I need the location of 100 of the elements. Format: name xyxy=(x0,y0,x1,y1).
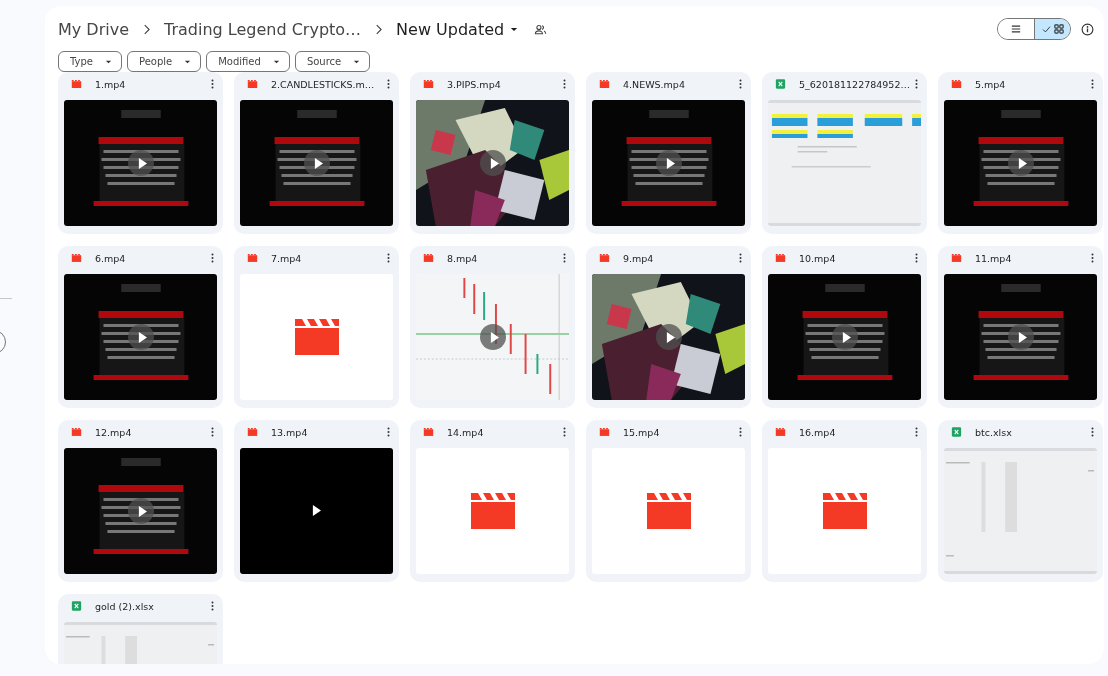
info-icon[interactable] xyxy=(1081,22,1094,36)
more-options-icon[interactable] xyxy=(387,253,390,263)
video-file-icon xyxy=(247,427,258,437)
video-file-icon xyxy=(71,253,82,263)
more-options-icon[interactable] xyxy=(1091,253,1094,263)
file-card[interactable]: 7.mp4 xyxy=(234,246,399,408)
file-name: 7.mp4 xyxy=(271,252,303,264)
clapperboard-icon xyxy=(646,493,691,529)
spreadsheet-icon xyxy=(71,601,82,611)
file-name: 6.mp4 xyxy=(95,252,127,264)
clapperboard-icon xyxy=(470,493,515,529)
grid-icon xyxy=(1053,24,1064,34)
check-icon xyxy=(1041,25,1051,33)
file-card[interactable]: btc.xlsx xyxy=(938,420,1103,582)
file-card[interactable]: 14.mp4 xyxy=(410,420,575,582)
file-card[interactable]: 1.mp4 xyxy=(58,72,223,234)
file-name: 1.mp4 xyxy=(95,78,127,90)
breadcrumb[interactable]: My Drive xyxy=(58,19,129,39)
more-options-icon[interactable] xyxy=(211,253,214,263)
video-file-icon xyxy=(247,253,258,263)
file-card[interactable]: 13.mp4 xyxy=(234,420,399,582)
more-options-icon[interactable] xyxy=(1091,79,1094,89)
file-name: 4.NEWS.mp4 xyxy=(623,78,686,90)
file-card[interactable]: gold (2).xlsx xyxy=(58,594,223,664)
file-name: 14.mp4 xyxy=(447,426,485,438)
more-options-icon[interactable] xyxy=(739,253,742,263)
chevron-icon xyxy=(375,23,383,35)
chevron-icon xyxy=(143,23,150,35)
video-file-icon xyxy=(247,79,258,89)
more-options-icon[interactable] xyxy=(211,79,214,89)
video-file-icon xyxy=(951,79,962,89)
file-card[interactable]: 11.mp4 xyxy=(938,246,1103,408)
video-file-icon xyxy=(71,79,82,89)
video-file-icon xyxy=(423,79,434,89)
video-file-icon xyxy=(71,427,82,437)
more-options-icon[interactable] xyxy=(915,253,918,263)
video-file-icon xyxy=(423,253,434,263)
file-card[interactable]: 4.NEWS.mp4 xyxy=(586,72,751,234)
people-icon xyxy=(534,23,548,35)
file-name: 11.mp4 xyxy=(975,252,1013,264)
breadcrumb[interactable]: Trading Legend Crypto… xyxy=(164,19,362,39)
spreadsheet-icon xyxy=(775,79,786,89)
file-name: 5.mp4 xyxy=(975,78,1007,90)
more-options-icon[interactable] xyxy=(387,427,390,437)
file-card[interactable]: 3.PIPS.mp4 xyxy=(410,72,575,234)
file-card[interactable]: 5.mp4 xyxy=(938,72,1103,234)
file-name: 15.mp4 xyxy=(623,426,661,438)
clapperboard-icon xyxy=(822,493,867,529)
file-name: 8.mp4 xyxy=(447,252,479,264)
video-file-icon xyxy=(599,253,610,263)
video-file-icon xyxy=(951,253,962,263)
more-options-icon[interactable] xyxy=(387,79,390,89)
filter-chip[interactable]: Type xyxy=(58,51,122,72)
clapperboard-icon xyxy=(294,319,339,355)
more-options-icon[interactable] xyxy=(211,601,214,611)
file-name: 9.mp4 xyxy=(623,252,655,264)
file-name: 5_620181122784952… xyxy=(799,78,911,90)
filter-chip[interactable]: Source xyxy=(294,51,371,72)
file-name: 12.mp4 xyxy=(95,426,133,438)
file-card[interactable]: 8.mp4 xyxy=(410,246,575,408)
view-toggle[interactable] xyxy=(997,18,1071,40)
more-options-icon[interactable] xyxy=(739,79,742,89)
file-name: 3.PIPS.mp4 xyxy=(447,78,502,90)
spreadsheet-icon xyxy=(951,427,962,437)
video-file-icon xyxy=(423,427,434,437)
file-card[interactable]: 6.mp4 xyxy=(58,246,223,408)
file-card[interactable]: 15.mp4 xyxy=(586,420,751,582)
filter-chip[interactable]: Modified xyxy=(206,51,290,72)
file-card[interactable]: 16.mp4 xyxy=(762,420,927,582)
file-name: 10.mp4 xyxy=(799,252,837,264)
caret-icon xyxy=(184,59,192,64)
more-options-icon[interactable] xyxy=(915,427,918,437)
more-options-icon[interactable] xyxy=(563,79,566,89)
more-options-icon[interactable] xyxy=(563,427,566,437)
more-options-icon[interactable] xyxy=(563,253,566,263)
caret-icon xyxy=(104,59,112,64)
filter-chip[interactable]: People xyxy=(126,51,202,72)
file-name: btc.xlsx xyxy=(975,426,1013,438)
file-name: 2.CANDLESTICKS.m… xyxy=(271,78,376,90)
caret-icon xyxy=(353,59,361,64)
more-options-icon[interactable] xyxy=(739,427,742,437)
grid-view-button[interactable] xyxy=(1034,19,1070,39)
file-name: 13.mp4 xyxy=(271,426,309,438)
list-icon xyxy=(1011,24,1021,34)
more-options-icon[interactable] xyxy=(1091,427,1094,437)
video-file-icon xyxy=(599,427,610,437)
file-card[interactable]: 12.mp4 xyxy=(58,420,223,582)
video-file-icon xyxy=(599,79,610,89)
file-name: 16.mp4 xyxy=(799,426,837,438)
caret-icon xyxy=(510,26,519,32)
more-options-icon[interactable] xyxy=(915,79,918,89)
file-card[interactable]: 5_620181122784952… xyxy=(762,72,927,234)
video-file-icon xyxy=(775,253,786,263)
more-options-icon[interactable] xyxy=(211,427,214,437)
breadcrumb[interactable]: New Updated xyxy=(396,19,519,39)
file-name: gold (2).xlsx xyxy=(95,600,155,612)
video-file-icon xyxy=(775,427,786,437)
file-card[interactable]: 10.mp4 xyxy=(762,246,927,408)
file-card[interactable]: 9.mp4 xyxy=(586,246,751,408)
file-card[interactable]: 2.CANDLESTICKS.m… xyxy=(234,72,399,234)
